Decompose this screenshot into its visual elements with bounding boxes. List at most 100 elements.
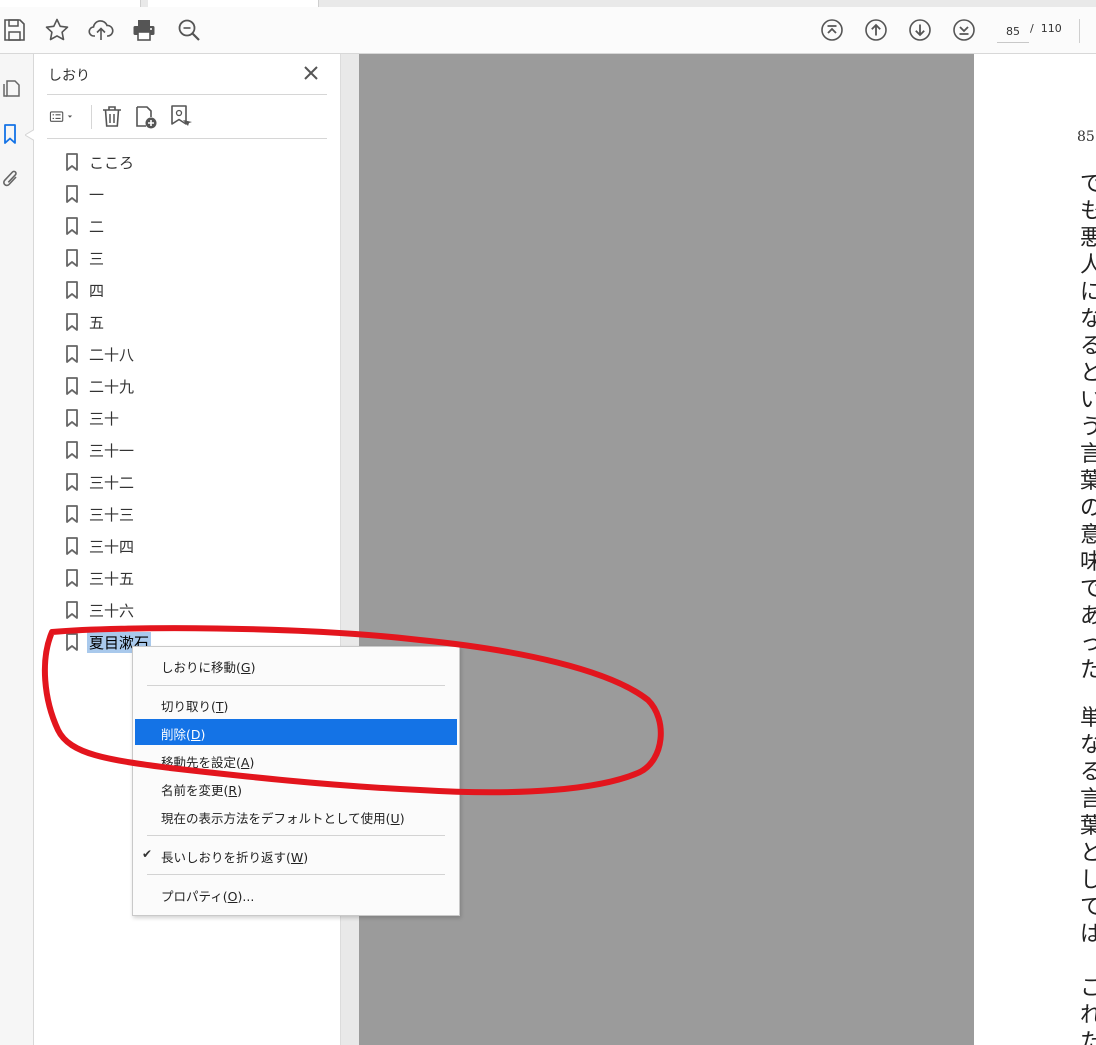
bookmark-item[interactable]: 一 xyxy=(34,178,334,210)
bookmark-label: 三十三 xyxy=(89,506,135,524)
bookmark-icon xyxy=(65,473,79,491)
bookmark-item[interactable]: 三十三 xyxy=(34,498,334,530)
bookmark-icon xyxy=(65,633,79,651)
zoom-icon[interactable] xyxy=(176,17,202,43)
bookmark-icon xyxy=(65,441,79,459)
options-menu-icon[interactable] xyxy=(49,103,85,131)
tab-home[interactable] xyxy=(0,0,141,7)
print-icon[interactable] xyxy=(131,17,157,43)
bookmark-toolbar xyxy=(47,101,327,137)
page-number-input[interactable] xyxy=(997,20,1029,43)
bookmark-item[interactable]: 二 xyxy=(34,210,334,242)
menu-item-label: 移動先を設定(A) xyxy=(161,755,255,770)
menu-item-label: 削除(D) xyxy=(161,727,206,742)
main-toolbar: / 110 xyxy=(0,7,1096,54)
menu-item-label: 長いしおりを折り返す(W) xyxy=(161,850,309,865)
bookmark-label: 四 xyxy=(89,282,105,300)
page-thumbnails-icon[interactable] xyxy=(0,76,22,100)
bookmark-label: 三十二 xyxy=(89,474,135,492)
last-page-icon[interactable] xyxy=(951,17,977,43)
bookmark-item[interactable]: 二十九 xyxy=(34,370,334,402)
panel-title: しおり xyxy=(48,68,90,84)
menu-item-label: 名前を変更(R) xyxy=(161,783,242,798)
delete-icon[interactable] xyxy=(99,103,125,131)
bookmark-icon xyxy=(65,217,79,235)
tab-document[interactable] xyxy=(148,0,319,7)
toolbar-divider xyxy=(91,105,92,129)
tab-strip xyxy=(0,0,1096,7)
bookmark-icon xyxy=(65,537,79,555)
bookmark-icon xyxy=(65,569,79,587)
bookmark-icon xyxy=(65,249,79,267)
menu-item[interactable]: 名前を変更(R) xyxy=(135,775,457,801)
menu-separator xyxy=(147,874,445,875)
context-menu: しおりに移動(G) 切り取り(T) 削除(D) 移動先を設定(A) 名前を変更(R) 現在… xyxy=(132,646,460,916)
text-column: 単なる言葉としては xyxy=(1080,706,1096,947)
first-page-icon[interactable] xyxy=(819,17,845,43)
divider xyxy=(47,138,327,139)
save-icon[interactable] xyxy=(1,17,27,43)
bookmark-label: 三十一 xyxy=(89,442,135,460)
text-column: でも悪人になるという言葉の意味であった。 xyxy=(1080,172,1096,683)
bookmark-icon xyxy=(65,377,79,395)
prev-page-icon[interactable] xyxy=(863,17,889,43)
divider xyxy=(47,94,327,95)
menu-item[interactable]: 切り取り(T) xyxy=(135,691,457,717)
menu-item[interactable]: 削除(D) xyxy=(135,719,457,745)
bookmark-item[interactable]: 五 xyxy=(34,306,334,338)
document-page[interactable]: 85 でも悪人になるという言葉の意味であった。 単なる言葉としては これた xyxy=(974,54,1096,1045)
close-icon[interactable] xyxy=(302,64,320,82)
bookmark-label: 二十八 xyxy=(89,346,135,364)
bookmark-item[interactable]: 四 xyxy=(34,274,334,306)
bookmark-label: 三十 xyxy=(89,410,120,428)
menu-item[interactable]: しおりに移動(G) xyxy=(135,652,457,678)
menu-item[interactable]: 移動先を設定(A) xyxy=(135,747,457,773)
toolbar-divider xyxy=(1079,19,1080,43)
page-number-label: 85 xyxy=(1077,129,1095,145)
bookmark-item[interactable]: 三 xyxy=(34,242,334,274)
bookmark-label: 二十九 xyxy=(89,378,135,396)
menu-item-label: プロパティ(O)... xyxy=(161,889,255,904)
bookmark-icon xyxy=(65,313,79,331)
bookmark-label: 二 xyxy=(89,218,105,236)
menu-item-label: しおりに移動(G) xyxy=(161,660,256,675)
bookmark-icon xyxy=(65,153,79,171)
bookmark-icon xyxy=(65,281,79,299)
menu-item[interactable]: ✔ 長いしおりを折り返す(W) xyxy=(135,842,457,868)
bookmark-icon[interactable] xyxy=(0,122,22,146)
checkmark-icon: ✔ xyxy=(142,847,153,861)
menu-item[interactable]: 現在の表示方法をデフォルトとして使用(U) xyxy=(135,803,457,829)
bookmark-item[interactable]: 三十五 xyxy=(34,562,334,594)
cloud-upload-icon[interactable] xyxy=(88,17,114,43)
bookmark-item[interactable]: 三十二 xyxy=(34,466,334,498)
bookmark-label: 五 xyxy=(89,314,105,332)
navigation-rail xyxy=(0,54,36,1045)
bookmark-item[interactable]: 三十六 xyxy=(34,594,334,626)
menu-item[interactable]: プロパティ(O)... xyxy=(135,881,457,907)
next-page-icon[interactable] xyxy=(907,17,933,43)
bookmark-icon xyxy=(65,409,79,427)
bookmark-icon xyxy=(65,185,79,203)
menu-item-label: 切り取り(T) xyxy=(161,699,229,714)
menu-separator xyxy=(147,835,445,836)
bookmark-item[interactable]: こころ xyxy=(34,146,334,178)
bookmark-label: 三十五 xyxy=(89,570,135,588)
bookmark-label: 三十六 xyxy=(89,602,135,620)
bookmark-item[interactable]: 二十八 xyxy=(34,338,334,370)
bookmark-label: 一 xyxy=(89,186,105,204)
menu-separator xyxy=(147,685,445,686)
bookmark-label: 三 xyxy=(89,250,105,268)
attachment-icon[interactable] xyxy=(0,167,22,191)
bookmark-label: 三十四 xyxy=(89,538,135,556)
bookmark-item[interactable]: 三十一 xyxy=(34,434,334,466)
bookmark-item[interactable]: 三十四 xyxy=(34,530,334,562)
star-icon[interactable] xyxy=(44,17,70,43)
bookmark-icon xyxy=(65,505,79,523)
bookmark-label: こころ xyxy=(89,154,135,172)
bookmark-icon xyxy=(65,601,79,619)
new-bookmark-icon[interactable] xyxy=(133,103,159,131)
bookmark-from-selection-icon[interactable] xyxy=(167,103,193,131)
menu-item-label: 現在の表示方法をデフォルトとして使用(U) xyxy=(161,811,405,826)
bookmark-item[interactable]: 三十 xyxy=(34,402,334,434)
bookmark-icon xyxy=(65,345,79,363)
